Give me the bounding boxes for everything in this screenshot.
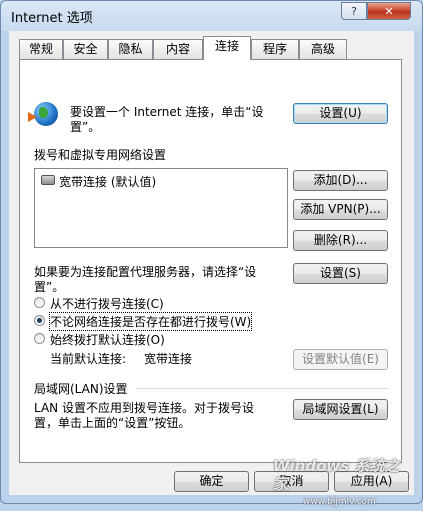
watermark-title: Windows 系统之家 [273,457,400,493]
lan-divider [136,388,388,389]
tab-general[interactable]: 常规 [19,39,63,59]
setup-text-line2: 置”。 [70,120,101,134]
close-button[interactable]: ✕ [367,2,411,20]
help-button[interactable]: ? [341,2,367,20]
radio-always-dial-whenever[interactable]: 不论网络连接是否存在都进行拨号(W) [34,312,274,331]
setup-button[interactable]: 设置(U) [293,103,388,124]
tab-content[interactable]: 内容 [153,39,203,59]
current-default-label: 当前默认连接: [50,352,127,366]
dialog-client: 常规 安全 隐私 内容 连接 程序 高级 要设置一个 Internet 连接，单… [9,31,414,495]
list-item[interactable]: 宽带连接 (默认值) [35,169,287,191]
current-default-value: 宽带连接 [144,352,193,366]
connections-listbox[interactable]: 宽带连接 (默认值) [34,168,288,248]
tab-security[interactable]: 安全 [63,39,108,59]
list-item-label: 宽带连接 (默认值) [59,175,157,189]
radio-button[interactable] [34,297,45,308]
radio-label: 始终拨打默认连接(O) [50,333,165,347]
radio-button[interactable] [34,333,45,344]
proxy-text-line1: 如果要为连接配置代理服务器，请选择“设 [34,265,257,279]
lan-proxy-settings-button[interactable]: 设置(S) [293,263,388,284]
tab-programs[interactable]: 程序 [251,39,299,59]
radio-button[interactable] [34,315,45,326]
delete-button[interactable]: 删除(R)... [293,230,388,251]
add-button[interactable]: 添加(D)... [293,170,388,191]
watermark-url: www.bjjmlv.com [303,497,376,507]
window-title: Internet 选项 [11,11,93,26]
tab-advanced[interactable]: 高级 [299,39,347,59]
radio-label: 从不进行拨号连接(C) [50,297,164,311]
lan-text-line2: 置，单击上面的“设置”按钮。 [34,416,191,430]
add-vpn-button[interactable]: 添加 VPN(P)... [293,199,388,220]
tab-privacy[interactable]: 隐私 [108,39,153,59]
tab-connections[interactable]: 连接 [203,36,251,60]
ok-button[interactable]: 确定 [174,471,249,492]
radio-always-dial-default[interactable]: 始终拨打默认连接(O) [34,331,274,347]
arrow-icon [28,112,37,122]
broadband-connection-icon [41,175,55,185]
lan-settings-button[interactable]: 局域网设置(L) [293,399,388,420]
internet-options-dialog: Internet 选项 ? ✕ 常规 安全 隐私 内容 连接 程序 高级 要设置… [0,0,423,507]
title-bar: Internet 选项 ? ✕ [1,1,422,31]
radio-label: 不论网络连接是否存在都进行拨号(W) [48,312,253,331]
watermark: Windows 系统之家 www.bjjmlv.com [273,457,413,507]
proxy-text-line2: 置”。 [34,280,65,294]
dialup-heading: 拨号和虚拟专用网络设置 [34,148,167,162]
lan-heading: 局域网(LAN)设置 [34,382,128,396]
connections-panel: 要设置一个 Internet 连接，单击“设 置”。 设置(U) 拨号和虚拟专用… [19,59,402,463]
globe-icon [34,102,58,126]
set-default-button[interactable]: 设置默认值(E) [293,349,388,370]
radio-never-dial[interactable]: 从不进行拨号连接(C) [34,295,274,311]
